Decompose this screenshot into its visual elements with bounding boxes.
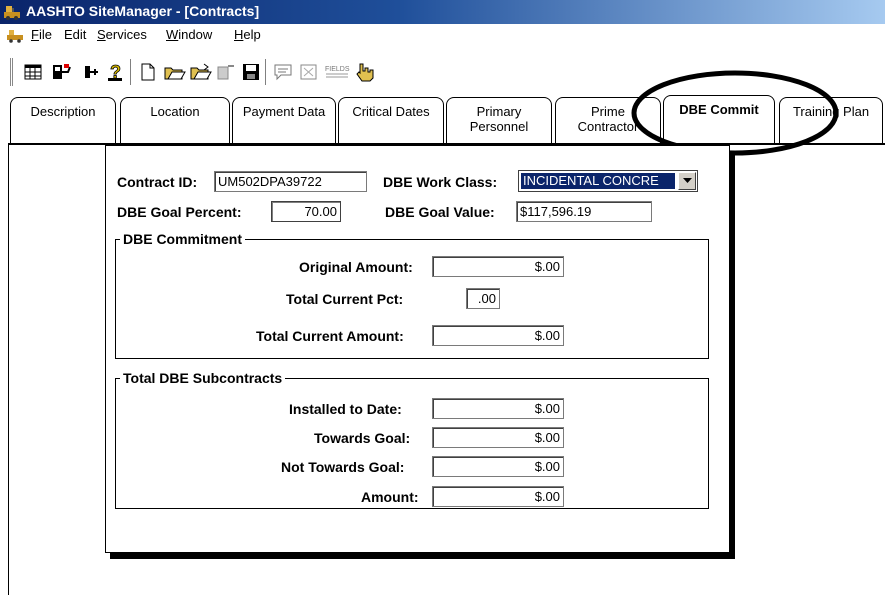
original-amount-label: Original Amount: <box>299 259 413 275</box>
save-icon[interactable] <box>240 62 262 82</box>
contract-id-label: Contract ID: <box>117 174 198 190</box>
menu-help[interactable]: Help <box>234 27 261 42</box>
original-amount-field: $.00 <box>432 256 564 277</box>
tab-label: Description <box>30 104 96 119</box>
tab-label: Primary Personnel <box>469 104 529 134</box>
not-towards-goal-field: $.00 <box>432 456 564 477</box>
toolbar-separator <box>265 59 267 85</box>
help-icon[interactable]: ? <box>105 62 127 82</box>
app-icon <box>4 6 20 20</box>
comment-icon[interactable] <box>272 62 294 82</box>
total-current-pct-label: Total Current Pct: <box>286 291 404 307</box>
window-title: AASHTO SiteManager - [Contracts] <box>26 3 260 19</box>
pin-icon[interactable] <box>80 62 102 82</box>
dbe-commitment-title: DBE Commitment <box>120 231 246 247</box>
menu-edit[interactable]: Edit <box>64 27 86 42</box>
fields-icon[interactable]: FIELDS <box>324 62 350 82</box>
tab-payment-data[interactable]: Payment Data <box>232 97 336 145</box>
menu-services[interactable]: Services <box>97 27 147 42</box>
grid-icon[interactable] <box>22 62 44 82</box>
tab-label: Location <box>150 104 200 119</box>
tab-page-border <box>8 145 9 595</box>
dbe-commit-panel: Contract ID: UM502DPA39722 DBE Work Clas… <box>105 145 730 553</box>
amount-label: Amount: <box>361 489 419 505</box>
towards-goal-label: Towards Goal: <box>314 430 411 446</box>
tab-label: Critical Dates <box>352 104 430 119</box>
amount-field: $.00 <box>432 486 564 507</box>
refresh-icon[interactable] <box>298 62 320 82</box>
dbe-goal-value-field: $117,596.19 <box>516 201 652 222</box>
installed-to-date-label: Installed to Date: <box>289 401 402 417</box>
not-towards-goal-label: Not Towards Goal: <box>281 459 405 475</box>
menu-window[interactable]: Window <box>166 27 212 42</box>
tab-location[interactable]: Location <box>120 97 230 145</box>
dbe-subcontracts-title: Total DBE Subcontracts <box>120 370 286 386</box>
toolbar-separator <box>130 59 132 85</box>
delete-icon[interactable] <box>215 62 237 82</box>
total-current-pct-field: .00 <box>466 288 500 309</box>
total-current-amount-field: $.00 <box>432 325 564 346</box>
document-menu-icon[interactable] <box>6 27 24 43</box>
dbe-work-class-label: DBE Work Class: <box>383 174 498 190</box>
tab-critical-dates[interactable]: Critical Dates <box>338 97 444 145</box>
menu-bar: File Edit Services Window Help <box>0 24 885 46</box>
towards-goal-field: $.00 <box>432 427 564 448</box>
svg-text:FIELDS: FIELDS <box>325 66 350 73</box>
tab-description[interactable]: Description <box>10 97 116 145</box>
chevron-down-icon[interactable] <box>678 172 696 190</box>
total-current-amount-label: Total Current Amount: <box>256 328 404 344</box>
new-document-icon[interactable] <box>137 62 159 82</box>
tab-label: Payment Data <box>242 104 326 119</box>
dbe-commitment-group <box>115 239 709 359</box>
installed-to-date-field: $.00 <box>432 398 564 419</box>
dbe-work-class-select[interactable]: INCIDENTAL CONCRE <box>518 170 698 192</box>
menu-file[interactable]: File <box>31 27 52 42</box>
toolbar-grip[interactable] <box>10 58 13 86</box>
pointer-icon[interactable] <box>354 62 376 82</box>
title-bar: AASHTO SiteManager - [Contracts] <box>0 0 885 24</box>
dbe-goal-value-label: DBE Goal Value: <box>385 204 495 220</box>
tab-primary-personnel[interactable]: Primary Personnel <box>446 97 552 145</box>
dbe-goal-percent-label: DBE Goal Percent: <box>117 204 242 220</box>
open-folder-icon[interactable] <box>164 62 186 82</box>
open-folder-alt-icon[interactable] <box>190 62 212 82</box>
dbe-work-class-value: INCIDENTAL CONCRE <box>521 173 675 189</box>
open-window-icon[interactable] <box>51 62 73 82</box>
contract-id-field: UM502DPA39722 <box>214 171 367 192</box>
dbe-goal-percent-input[interactable]: 70.00 <box>271 201 341 222</box>
